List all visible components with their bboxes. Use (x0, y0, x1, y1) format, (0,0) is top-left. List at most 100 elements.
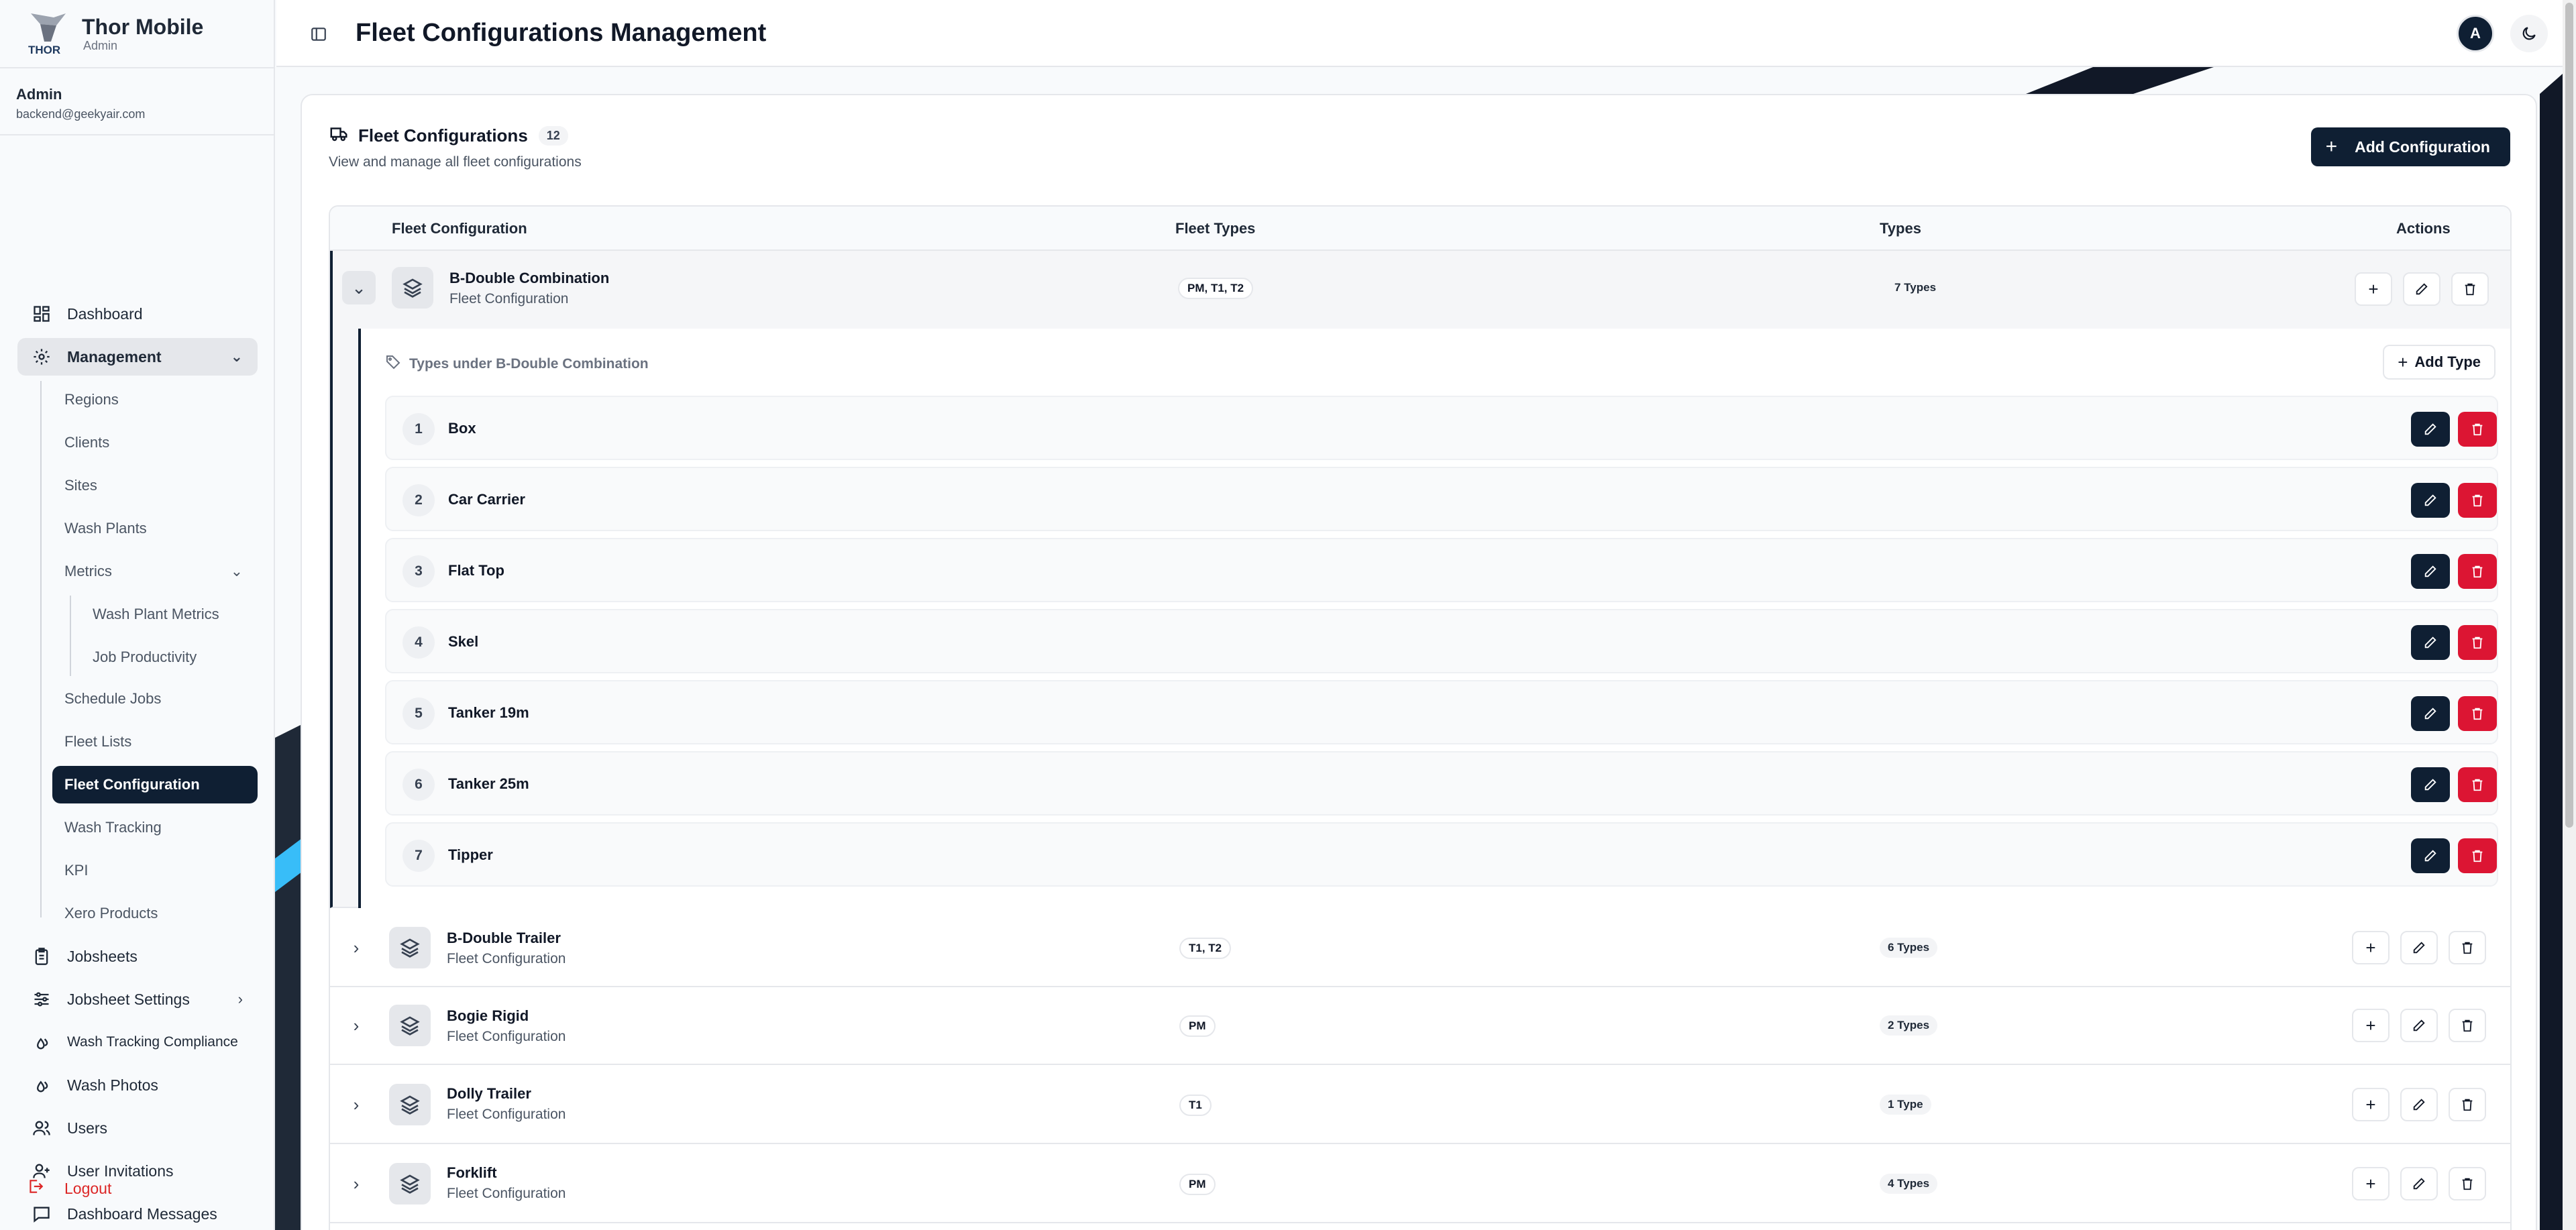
thor-logo-icon: THOR (27, 11, 70, 56)
table-row: › Bogie Rigid Fleet Configuration PM 2 T… (330, 987, 2510, 1065)
delete-type-icon[interactable] (2458, 625, 2497, 660)
sidebar-item-schedule-jobs[interactable]: Schedule Jobs (52, 680, 258, 718)
sidebar-item-wash-plant-metrics[interactable]: Wash Plant Metrics (80, 596, 219, 633)
layers-icon (389, 1005, 431, 1046)
trash-icon[interactable] (2449, 1009, 2486, 1042)
type-name: Tanker 25m (448, 775, 529, 792)
page-scrollbar[interactable] (2563, 0, 2576, 1230)
dashboard-icon (31, 303, 52, 325)
sidebar-item-label: Jobsheet Settings (67, 990, 190, 1008)
sidebar-item-job-productivity[interactable]: Job Productivity (80, 638, 197, 676)
chevron-right-icon[interactable]: › (339, 1167, 373, 1200)
sidebar-item-management[interactable]: Management ⌄ (17, 338, 258, 376)
logout-button[interactable]: Logout (27, 1178, 111, 1199)
chevron-right-icon[interactable]: › (339, 931, 373, 964)
sidebar-item-label: Management (67, 347, 162, 366)
delete-type-icon[interactable] (2458, 767, 2497, 802)
config-subtitle: Fleet Configuration (447, 1107, 566, 1122)
edit-icon[interactable] (2400, 931, 2438, 964)
brand[interactable]: THOR Thor Mobile Admin (0, 0, 274, 68)
submenu-line (40, 381, 42, 917)
sidebar-item-fleet-lists[interactable]: Fleet Lists (52, 723, 258, 761)
config-name: Forklift (447, 1164, 497, 1181)
delete-type-icon[interactable] (2458, 483, 2497, 518)
sidebar-item-label: Users (67, 1119, 108, 1137)
card-title: Fleet Configurations 12 (329, 123, 568, 148)
edit-type-icon[interactable] (2411, 412, 2450, 447)
config-name: Dolly Trailer (447, 1085, 531, 1102)
sidebar-item-kpi[interactable]: KPI (52, 852, 258, 889)
chevron-right-icon[interactable]: › (339, 1009, 373, 1042)
user-info: Admin backend@geekyair.com (0, 68, 274, 135)
types-panel: Types under B-Double Combination + Add T… (358, 329, 2510, 908)
type-name: Car Carrier (448, 491, 525, 508)
sidebar-toggle-icon[interactable] (310, 25, 327, 43)
edit-icon[interactable] (2403, 272, 2440, 306)
add-type-icon[interactable]: + (2352, 1009, 2390, 1042)
sidebar-item-dashboard[interactable]: Dashboard (17, 295, 258, 333)
add-type-icon[interactable]: + (2355, 272, 2392, 306)
trash-icon[interactable] (2449, 1167, 2486, 1200)
types-panel-title: Types under B-Double Combination (385, 354, 649, 374)
add-configuration-button[interactable]: + Add Configuration (2310, 127, 2510, 166)
sidebar-item-xero-products[interactable]: Xero Products (52, 895, 258, 932)
chevron-down-icon[interactable]: ⌄ (342, 271, 376, 304)
edit-type-icon[interactable] (2411, 696, 2450, 731)
column-header-actions: Actions (2396, 220, 2451, 237)
delete-type-icon[interactable] (2458, 554, 2497, 589)
sidebar-item-jobsheet-settings[interactable]: Jobsheet Settings › (17, 981, 258, 1018)
add-type-button[interactable]: + Add Type (2383, 345, 2496, 380)
edit-icon[interactable] (2400, 1009, 2438, 1042)
card-title-text: Fleet Configurations (358, 125, 528, 146)
sidebar-item-wash-photos[interactable]: Wash Photos (17, 1066, 258, 1104)
sidebar-item-metrics[interactable]: Metrics ⌄ (52, 553, 258, 590)
trash-icon[interactable] (2449, 1088, 2486, 1121)
sidebar-item-wash-tracking[interactable]: Wash Tracking (52, 809, 258, 846)
type-row: 7 Tipper (385, 822, 2498, 887)
sidebar-item-dashboard-messages[interactable]: Dashboard Messages (17, 1195, 258, 1230)
edit-icon[interactable] (2400, 1088, 2438, 1121)
sidebar-item-label: Wash Tracking Compliance (67, 1034, 238, 1050)
card-subtitle: View and manage all fleet configurations (329, 154, 582, 170)
delete-type-icon[interactable] (2458, 838, 2497, 873)
edit-icon[interactable] (2400, 1167, 2438, 1200)
type-row: 6 Tanker 25m (385, 751, 2498, 816)
edit-type-icon[interactable] (2411, 483, 2450, 518)
sidebar-item-clients[interactable]: Clients (52, 424, 258, 461)
scrollbar-thumb[interactable] (2565, 3, 2573, 828)
sidebar-item-sites[interactable]: Sites (52, 467, 258, 504)
sidebar-item-jobsheets[interactable]: Jobsheets (17, 938, 258, 975)
add-type-icon[interactable]: + (2352, 1167, 2390, 1200)
chevron-right-icon[interactable]: › (339, 1088, 373, 1121)
config-name: B-Double Combination (449, 270, 610, 286)
chevron-down-icon: ⌄ (230, 348, 243, 365)
edit-type-icon[interactable] (2411, 625, 2450, 660)
add-type-icon[interactable]: + (2352, 1088, 2390, 1121)
sidebar-item-regions[interactable]: Regions (52, 381, 258, 418)
layers-icon (392, 267, 433, 309)
config-subtitle: Fleet Configuration (447, 1029, 566, 1044)
type-name: Tipper (448, 846, 493, 863)
avatar[interactable]: A (2457, 15, 2494, 52)
top-header: Fleet Configurations Management A (276, 0, 2576, 67)
sidebar-item-fleet-configuration[interactable]: Fleet Configuration (52, 766, 258, 803)
trash-icon[interactable] (2449, 931, 2486, 964)
type-row: 5 Tanker 19m (385, 680, 2498, 744)
chevron-down-icon: ⌄ (230, 563, 243, 579)
trash-icon[interactable] (2451, 272, 2489, 306)
sidebar-item-users[interactable]: Users (17, 1109, 258, 1147)
sidebar-item-wash-tracking-compliance[interactable]: Wash Tracking Compliance (17, 1023, 258, 1061)
add-type-icon[interactable]: + (2352, 931, 2390, 964)
type-row: 3 Flat Top (385, 538, 2498, 602)
layers-icon (389, 1084, 431, 1125)
edit-type-icon[interactable] (2411, 767, 2450, 802)
moon-icon[interactable] (2510, 15, 2548, 52)
delete-type-icon[interactable] (2458, 696, 2497, 731)
sliders-icon (31, 989, 52, 1010)
edit-type-icon[interactable] (2411, 838, 2450, 873)
delete-type-icon[interactable] (2458, 412, 2497, 447)
edit-type-icon[interactable] (2411, 554, 2450, 589)
sidebar-item-wash-plants[interactable]: Wash Plants (52, 510, 258, 547)
truck-icon (329, 123, 349, 148)
sidebar-item-label: Dashboard (67, 304, 143, 323)
